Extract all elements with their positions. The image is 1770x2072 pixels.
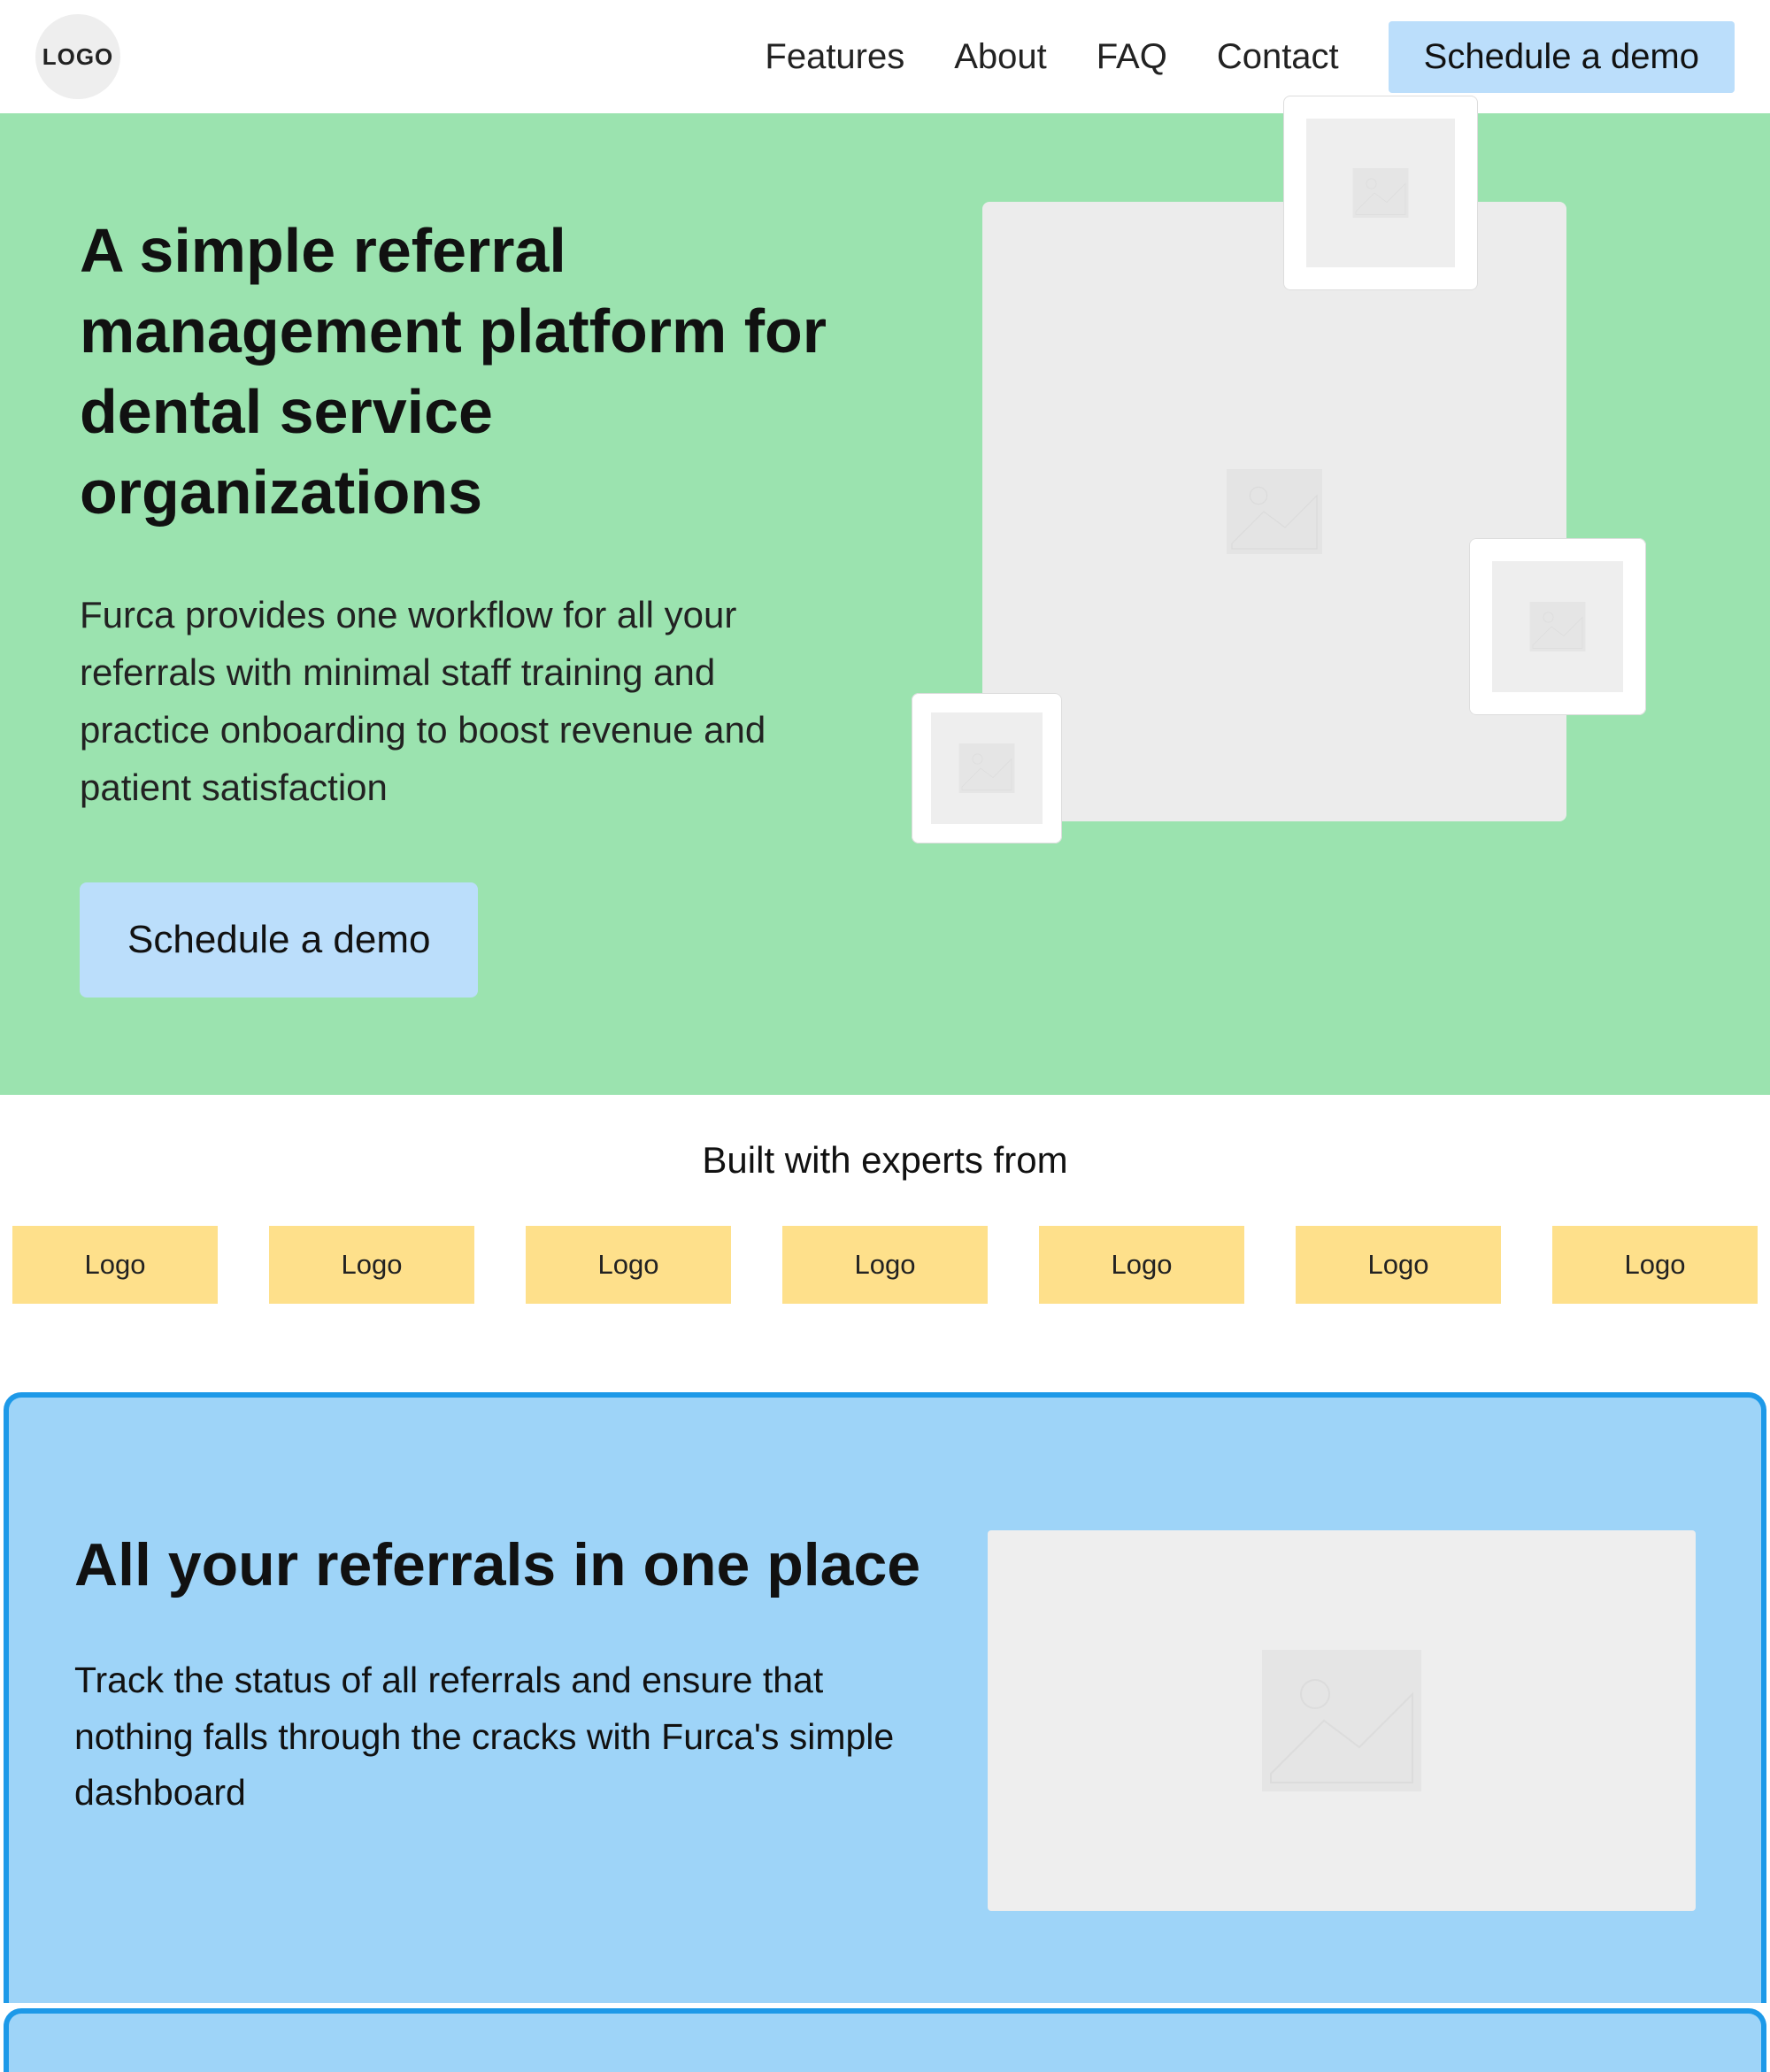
hero-schedule-demo-button[interactable]: Schedule a demo (80, 882, 478, 997)
image-placeholder-icon (1253, 1632, 1430, 1809)
nav-about[interactable]: About (954, 37, 1047, 77)
hero-description: Furca provides one workflow for all your… (80, 586, 805, 816)
hero-image-cluster (912, 211, 1690, 997)
partner-logo: Logo (269, 1226, 474, 1304)
hero-title: A simple referral management platform fo… (80, 211, 858, 533)
partner-logo: Logo (12, 1226, 218, 1304)
feature1-title: All your referrals in one place (74, 1530, 935, 1599)
hero-image-main (982, 202, 1566, 821)
feature-panel-2-peek (4, 2008, 1766, 2072)
header: LOGO Features About FAQ Contact Schedule… (0, 0, 1770, 113)
feature1-description: Track the status of all referrals and en… (74, 1652, 935, 1822)
experts-title: Built with experts from (0, 1139, 1770, 1182)
nav-contact[interactable]: Contact (1217, 37, 1339, 77)
hero-section: A simple referral management platform fo… (0, 113, 1770, 1095)
feature1-image (988, 1530, 1696, 1911)
nav-features[interactable]: Features (765, 37, 904, 77)
feature-panel-1: All your referrals in one place Track th… (4, 1392, 1766, 2003)
partner-logo: Logo (1296, 1226, 1501, 1304)
hero-image-small-3 (912, 693, 1062, 843)
partner-logo: Logo (526, 1226, 731, 1304)
hero-image-small-1 (1283, 96, 1478, 290)
partner-logo: Logo (1552, 1226, 1758, 1304)
image-placeholder-icon (1350, 162, 1412, 224)
experts-section: Built with experts from Logo Logo Logo L… (0, 1095, 1770, 1339)
schedule-demo-button[interactable]: Schedule a demo (1389, 21, 1735, 93)
image-placeholder-icon (1221, 458, 1328, 565)
image-placeholder-icon (1527, 596, 1589, 658)
partner-logo: Logo (1039, 1226, 1244, 1304)
brand-logo[interactable]: LOGO (35, 14, 120, 99)
partner-logo-row: Logo Logo Logo Logo Logo Logo Logo (0, 1226, 1770, 1304)
partner-logo: Logo (782, 1226, 988, 1304)
hero-image-small-2 (1469, 538, 1646, 715)
image-placeholder-icon (956, 737, 1018, 799)
main-nav: Features About FAQ Contact Schedule a de… (765, 21, 1735, 93)
nav-faq[interactable]: FAQ (1097, 37, 1167, 77)
